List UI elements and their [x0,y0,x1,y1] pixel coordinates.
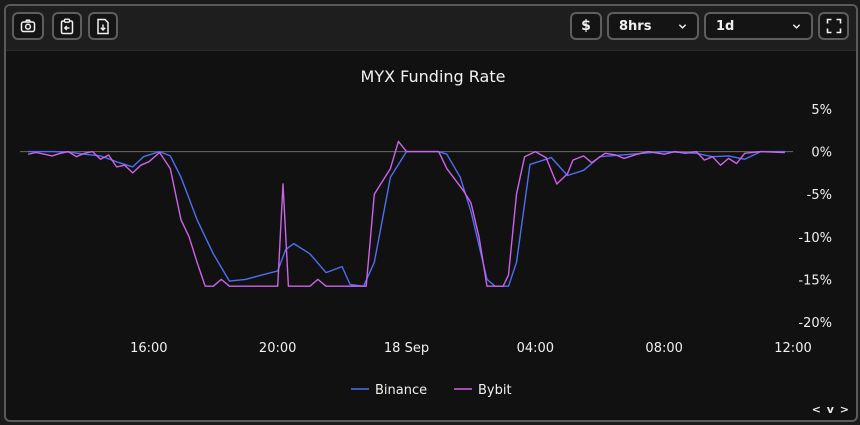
screenshot-button[interactable] [12,12,44,40]
interval-value: 8hrs [619,18,652,34]
y-tick-label: 5% [811,103,832,118]
chevron-down-icon [678,23,687,29]
x-tick-label: 08:00 [645,341,682,356]
download-button[interactable] [88,12,118,40]
range-select[interactable]: 1d [704,12,813,40]
fullscreen-button[interactable] [818,12,849,40]
copy-button[interactable] [52,12,82,40]
scroll-hint[interactable]: < v > [812,403,850,416]
legend-label: Bybit [478,383,512,398]
funding-rate-chart: MYX Funding Rate 5% 0% -5% -10% -15% -20% 16:… [20,67,832,398]
clipboard-copy-icon [60,18,74,34]
series-line-bybit [27,140,785,287]
range-value: 1d [716,18,735,34]
y-tick-label: -5% [807,188,832,203]
chevron-down-icon [792,23,801,29]
y-tick-label: -20% [798,316,832,331]
series-line-binance [28,150,785,287]
currency-label: $ [581,18,591,34]
x-tick-label: 16:00 [130,341,167,356]
chart-title: MYX Funding Rate [361,67,506,86]
series-lines [27,140,785,287]
interval-select[interactable]: 8hrs [607,12,699,40]
camera-icon [20,19,36,33]
legend-item-bybit[interactable]: Bybit [454,383,512,398]
x-tick-label: 04:00 [517,341,554,356]
y-tick-label: -15% [798,273,832,288]
x-tick-label: 18 Sep [384,341,429,356]
x-tick-label: 12:00 [774,341,811,356]
download-file-icon [97,18,109,34]
y-tick-label: 0% [811,146,832,161]
y-tick-label: -10% [798,231,832,246]
x-tick-label: 20:00 [259,341,296,356]
legend-label: Binance [375,383,427,398]
x-axis: 16:00 20:00 18 Sep 04:00 08:00 12:00 [130,341,812,356]
y-axis: 5% 0% -5% -10% -15% -20% [798,103,832,331]
fullscreen-icon [826,18,841,34]
currency-toggle-button[interactable]: $ [570,12,602,40]
chart-toolbar: $ 8hrs 1d [6,6,856,51]
chart-widget: $ 8hrs 1d MYX Funding Rate 5% 0% -5% -10% -1… [4,4,858,422]
legend-item-binance[interactable]: Binance [351,383,427,398]
legend[interactable]: Binance Bybit [351,383,512,398]
